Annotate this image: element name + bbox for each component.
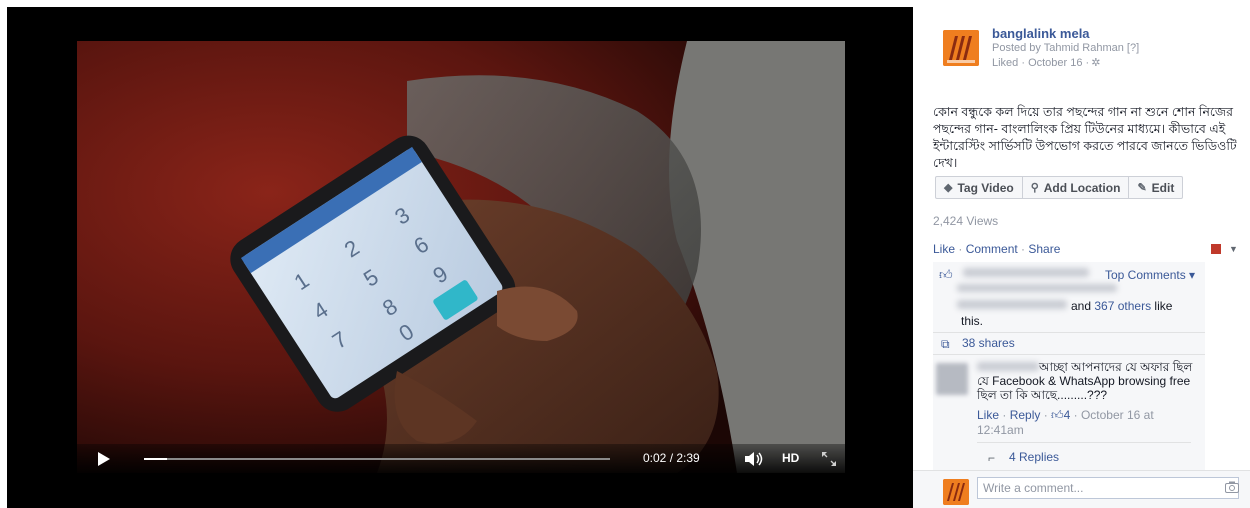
replies-icon: ⌐ xyxy=(988,451,996,465)
fullscreen-button[interactable] xyxy=(821,451,837,467)
video-frame[interactable]: 123 456 789 0 xyxy=(77,41,845,473)
comment-likes-count-link[interactable]: 👍︎4 xyxy=(1051,408,1070,422)
fullscreen-icon xyxy=(822,452,836,466)
ufi-feedback-box: 👍︎ Top Comments ▾ and 367 others like th… xyxy=(933,262,1205,470)
play-icon xyxy=(98,452,110,466)
comment-body: আচ্ছা আপনাদের যে অফার ছিল যে Facebook & … xyxy=(977,360,1205,402)
comment-input[interactable] xyxy=(977,477,1239,499)
my-avatar xyxy=(943,479,969,505)
edit-button[interactable]: ✎ Edit xyxy=(1129,177,1182,198)
banglalink-logo-icon xyxy=(943,479,969,505)
audience-gear-icon[interactable]: ✲ xyxy=(1091,56,1100,69)
comment-likes-count: 4 xyxy=(1063,408,1071,422)
time-display: 0:02 / 2:39 xyxy=(643,451,700,465)
comment-meta: Like · Reply · 👍︎4 · October 16 at 12:41… xyxy=(977,408,1154,437)
actor-selector-avatar[interactable] xyxy=(1211,244,1221,254)
comment-link[interactable]: Comment xyxy=(966,242,1018,256)
volume-icon xyxy=(745,452,763,466)
video-stage: 123 456 789 0 0:02 / 2:39 HD xyxy=(0,0,913,508)
camera-icon[interactable] xyxy=(1225,481,1239,493)
shares-link[interactable]: 38 shares xyxy=(962,336,1015,350)
seek-bar-played xyxy=(144,458,168,460)
top-comments-dropdown[interactable]: Top Comments ▾ xyxy=(1105,268,1195,282)
play-button[interactable] xyxy=(97,452,111,466)
view-count: 2,424 Views xyxy=(933,214,999,228)
video-still-hand-holding-phone: 123 456 789 0 xyxy=(77,41,845,473)
ufi-action-links: Like · Comment · Share xyxy=(933,242,1060,256)
blurred-liker-names xyxy=(957,300,1067,309)
location-pin-icon: ⚲ xyxy=(1030,182,1039,194)
camera-glyph xyxy=(1225,481,1239,493)
video-controls-bar: 0:02 / 2:39 HD xyxy=(77,444,845,473)
divider xyxy=(977,442,1191,443)
seek-bar[interactable] xyxy=(144,458,610,460)
volume-button[interactable] xyxy=(744,452,764,466)
blurred-liker-names xyxy=(957,284,1117,292)
comment-text: আচ্ছা আপনাদের যে অফার ছিল যে Facebook & … xyxy=(977,360,1193,402)
add-location-button[interactable]: ⚲ Add Location xyxy=(1023,177,1130,198)
likes-summary: and 367 others like xyxy=(1071,299,1172,313)
likes-like-text: like xyxy=(1151,299,1173,313)
tag-icon: ◆ xyxy=(944,182,953,194)
likes-this-text: this. xyxy=(961,314,984,328)
tag-video-button[interactable]: ◆ Tag Video xyxy=(936,177,1023,198)
small-thumbs-up-icon: 👍︎ xyxy=(1051,408,1064,422)
banglalink-logo-icon xyxy=(943,30,979,66)
thumbs-up-icon: 👍︎ xyxy=(939,267,953,282)
others-likes-link[interactable]: 367 others xyxy=(1094,299,1151,313)
ufi-separator: · xyxy=(1017,242,1029,256)
shares-icon: ⧉ xyxy=(941,337,950,351)
edit-label: Edit xyxy=(1151,180,1175,195)
actor-selector-caret-icon[interactable]: ▼ xyxy=(1229,244,1238,254)
video-action-bar: ◆ Tag Video ⚲ Add Location ✎ Edit xyxy=(935,176,1184,199)
page-avatar[interactable] xyxy=(943,30,979,66)
liked-date-text: Liked · October 16 · xyxy=(992,57,1090,69)
post-sidebar: banglalink mela Posted by Tahmid Rahman … xyxy=(913,0,1250,508)
comment-like-link[interactable]: Like xyxy=(977,408,999,422)
comment-reply-link[interactable]: Reply xyxy=(1010,408,1041,422)
like-link[interactable]: Like xyxy=(933,242,955,256)
view-replies-link[interactable]: 4 Replies xyxy=(1009,450,1059,464)
share-link[interactable]: Share xyxy=(1028,242,1060,256)
page-name-link[interactable]: banglalink mela xyxy=(992,26,1090,41)
add-location-label: Add Location xyxy=(1043,180,1121,195)
posted-by-text: Posted by Tahmid Rahman [?] xyxy=(992,42,1140,54)
divider xyxy=(933,354,1205,355)
likes-and-text: and xyxy=(1071,299,1095,313)
post-description: কোন বন্ধুকে কল দিয়ে তার পছন্দের গান না … xyxy=(933,105,1237,170)
pencil-icon: ✎ xyxy=(1137,182,1147,194)
ufi-separator: · xyxy=(955,242,966,256)
tag-video-label: Tag Video xyxy=(957,180,1014,195)
divider xyxy=(933,332,1205,333)
blurred-liker-names xyxy=(963,268,1089,277)
hd-toggle-button[interactable]: HD xyxy=(782,451,799,465)
post-liked-date: Liked · October 16 · ✲ xyxy=(992,56,1100,69)
commenter-avatar[interactable] xyxy=(936,363,968,395)
